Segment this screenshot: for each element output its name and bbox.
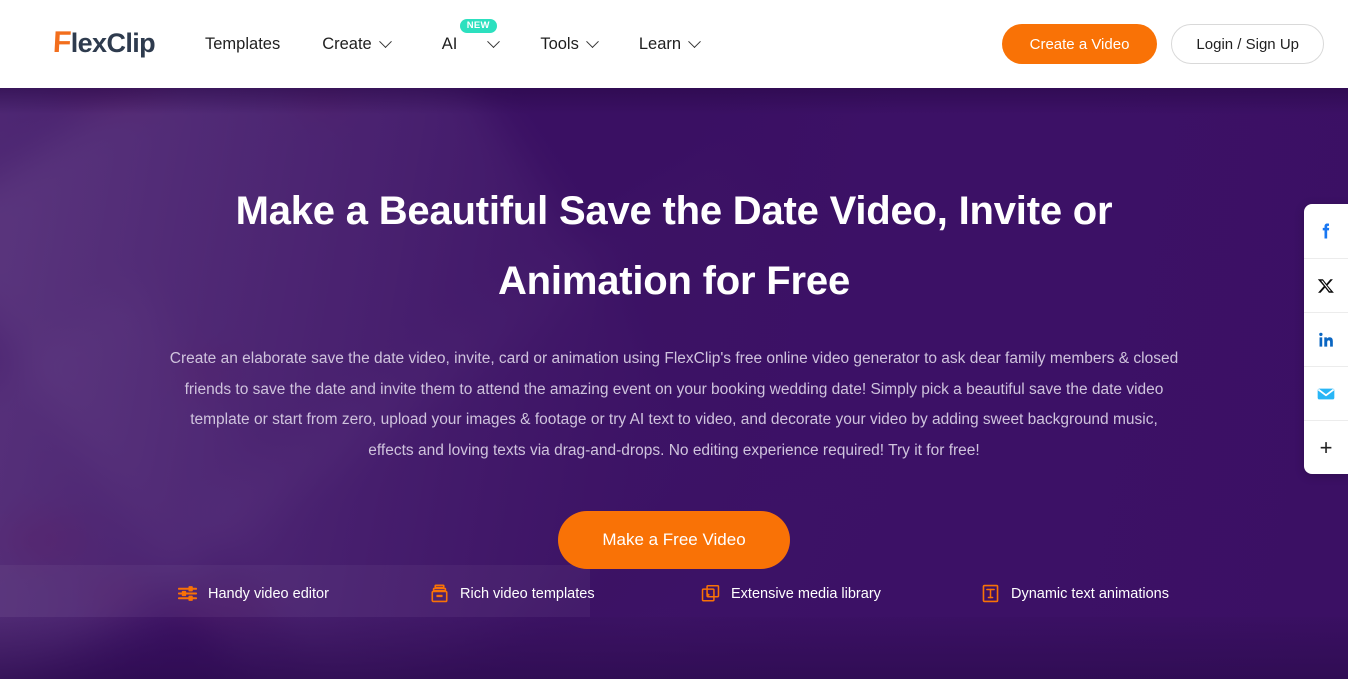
hero-section: Make a Beautiful Save the Date Video, In… — [0, 88, 1348, 679]
nav-item-label: Templates — [205, 34, 281, 53]
nav-item-label: Create — [322, 34, 372, 53]
make-a-free-video-button[interactable]: Make a Free Video — [558, 511, 790, 569]
chevron-down-icon — [487, 34, 501, 48]
sliders-icon — [178, 584, 197, 603]
feature-item-dynamic-text-animations: Dynamic text animations — [981, 584, 1169, 603]
nav-item-ai[interactable]: AI NEW — [441, 18, 501, 54]
new-badge: NEW — [459, 18, 497, 33]
feature-label: Extensive media library — [731, 585, 881, 602]
facebook-icon — [1316, 221, 1336, 241]
feature-list: Handy video editor Rich video templates — [0, 584, 1348, 603]
linkedin-icon — [1317, 330, 1336, 349]
logo-wordmark: lexClip — [70, 28, 156, 58]
page-title: Make a Beautiful Save the Date Video, In… — [235, 189, 1113, 303]
share-email-button[interactable] — [1304, 366, 1348, 420]
nav-item-learn[interactable]: Learn — [638, 34, 701, 54]
nav-links: Templates Create AI NEW Tools Learn — [205, 0, 701, 88]
nav-item-create[interactable]: Create — [322, 34, 392, 54]
envelope-icon — [1316, 384, 1336, 404]
plus-icon: + — [1319, 434, 1333, 460]
chevron-down-icon — [585, 34, 599, 48]
share-facebook-button[interactable] — [1304, 204, 1348, 258]
login-signup-button[interactable]: Login / Sign Up — [1171, 24, 1324, 64]
media-stack-icon — [701, 584, 720, 603]
flexclip-landing-page: F lexClip Templates Create AI NEW Tools — [0, 0, 1348, 679]
archive-box-icon — [430, 584, 449, 603]
text-box-icon — [981, 584, 1000, 603]
feature-item-handy-video-editor: Handy video editor — [178, 584, 430, 603]
chevron-down-icon — [378, 34, 392, 48]
nav-item-label: AI — [441, 34, 458, 53]
share-x-button[interactable] — [1304, 258, 1348, 312]
feature-label: Dynamic text animations — [1011, 585, 1169, 602]
nav-item-label: Tools — [540, 34, 579, 53]
chevron-down-icon — [688, 34, 701, 48]
top-navigation-bar: F lexClip Templates Create AI NEW Tools — [0, 0, 1348, 88]
flexclip-logo[interactable]: F lexClip — [52, 26, 156, 59]
nav-item-templates[interactable]: Templates — [205, 35, 280, 54]
x-twitter-icon — [1317, 277, 1335, 295]
share-more-button[interactable]: + — [1304, 420, 1348, 474]
feature-item-rich-video-templates: Rich video templates — [430, 584, 701, 603]
hero-description: Create an elaborate save the date video,… — [169, 350, 1179, 459]
feature-label: Rich video templates — [460, 585, 595, 602]
share-linkedin-button[interactable] — [1304, 312, 1348, 366]
logo-f-mark: F — [52, 26, 72, 59]
social-share-rail: + — [1304, 204, 1348, 474]
nav-item-label: Learn — [638, 34, 682, 53]
nav-actions: Create a Video Login / Sign Up — [1001, 24, 1324, 64]
feature-item-extensive-media-library: Extensive media library — [701, 584, 981, 603]
nav-item-tools[interactable]: Tools — [540, 34, 599, 54]
feature-label: Handy video editor — [208, 585, 329, 602]
create-a-video-button[interactable]: Create a Video — [1001, 24, 1158, 64]
